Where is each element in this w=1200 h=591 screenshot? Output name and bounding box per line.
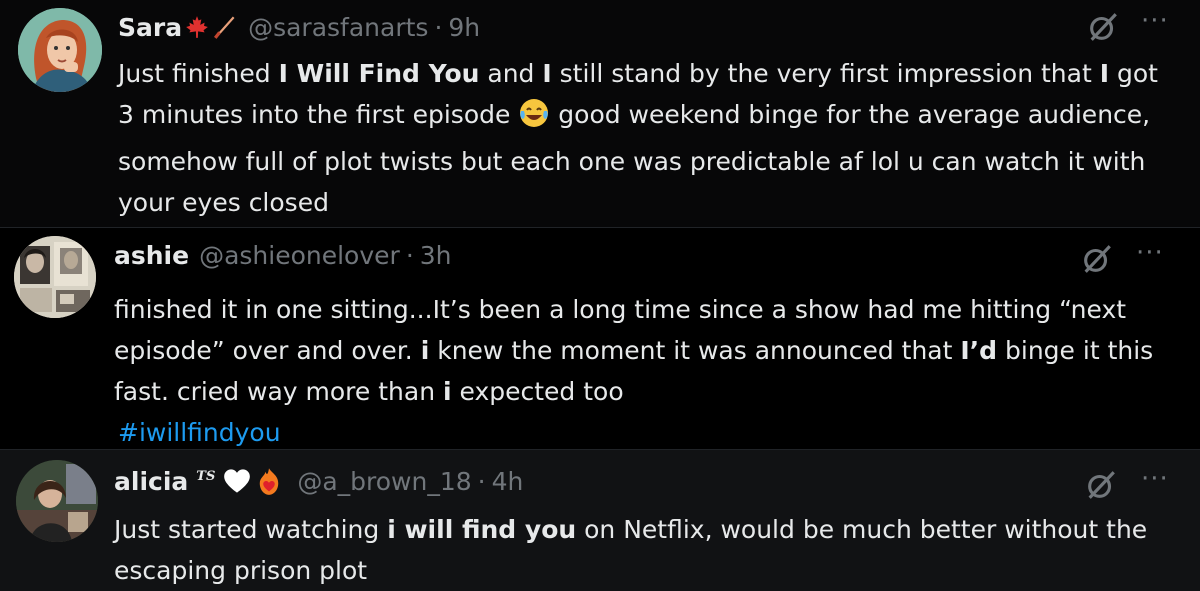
tweet-ashie[interactable]: ashie @ashieonelover · 3h ··· finished i… [0,227,1200,449]
text-segment: expected too [451,377,624,406]
text-bold: i [420,336,430,365]
separator-dot: · [434,12,443,42]
tweet-text: Just finished I Will Find You and I stil… [118,53,1158,223]
tweet-header: ashie @ashieonelover · 3h [114,236,452,274]
text-segment: and [479,59,543,88]
separator-dot: · [477,466,486,496]
heart-on-fire-icon [255,466,283,496]
text-segment: Just started watching [114,515,388,544]
avatar-collage-photo [14,236,96,318]
tweet-header: alicia TS @a_brown_18 · 4h [114,462,523,500]
text-bold: I Will Find You [278,59,480,88]
avatar[interactable] [18,8,102,92]
tweet-text: Just started watching i will find you on… [114,509,1154,591]
text-bold: i [442,377,452,406]
avatar-photo [16,460,98,542]
avatar-illustration [18,8,102,92]
text-bold: I [1099,59,1110,88]
avatar[interactable] [14,236,96,318]
text-segment: still stand by the very first impression… [551,59,1100,88]
hashtag-link[interactable]: #iwillfindyou [118,418,281,447]
timestamp[interactable]: 4h [492,467,524,496]
grok-icon[interactable] [1086,10,1120,44]
text-bold: I [542,59,552,88]
avatar[interactable] [16,460,98,542]
text-segment: Just finished [118,59,279,88]
more-options-button[interactable]: ··· [1141,464,1169,494]
more-options-button[interactable]: ··· [1141,6,1169,36]
tweet-alicia[interactable]: alicia TS @a_brown_18 · 4h ··· Just star… [0,449,1200,591]
tears-of-joy-emoji [518,97,550,141]
ts-badge: TS [196,468,216,484]
user-handle[interactable]: @sarasfanarts [248,13,428,42]
tweet-text: finished it in one sitting...It’s been a… [114,289,1174,453]
grok-icon[interactable] [1084,468,1118,502]
user-handle[interactable]: @a_brown_18 [297,467,471,496]
text-segment: knew the moment it was announced that [429,336,961,365]
maple-leaf-icon [184,14,210,40]
display-name[interactable]: Sara [118,13,182,42]
separator-dot: · [405,240,414,270]
more-options-button[interactable]: ··· [1136,238,1164,268]
text-bold: i will find you [387,515,577,544]
grok-icon[interactable] [1080,242,1114,276]
user-handle[interactable]: @ashieonelover [199,241,400,270]
tweet-header: Sara @sarasfanarts · 9h [118,8,480,46]
paintbrush-icon [212,14,238,40]
timestamp[interactable]: 9h [448,13,480,42]
display-name[interactable]: alicia [114,467,188,496]
white-heart-icon [223,468,251,494]
tweet-sara[interactable]: Sara @sarasfanarts · 9h ··· Just finishe… [0,0,1200,227]
display-name[interactable]: ashie [114,241,189,270]
text-bold: I’d [960,336,998,365]
timestamp[interactable]: 3h [420,241,452,270]
